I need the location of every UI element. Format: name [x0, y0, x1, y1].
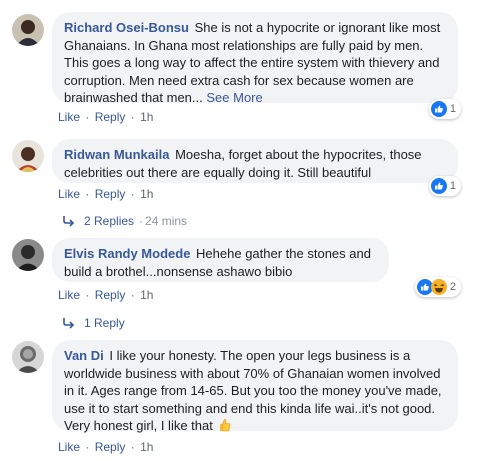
view-replies-link[interactable]: 2 Replies · 24 mins: [62, 214, 187, 228]
separator: ·: [85, 110, 90, 124]
separator: ·: [130, 187, 135, 201]
avatar[interactable]: [12, 140, 44, 172]
avatar[interactable]: [12, 14, 44, 46]
comment-bubble: Van Di I like your honesty. The open you…: [52, 340, 458, 433]
reaction-summary[interactable]: 1: [428, 99, 461, 119]
reply-link[interactable]: Reply: [95, 440, 126, 454]
like-link[interactable]: Like: [58, 440, 80, 454]
reply-link[interactable]: Reply: [95, 187, 126, 201]
separator: ·: [139, 214, 144, 228]
reaction-count: 1: [449, 180, 456, 192]
reaction-summary[interactable]: 1: [428, 176, 461, 196]
comment-author[interactable]: Ridwan Munkaila: [64, 147, 169, 162]
comment-bubble: Elvis Randy Modede Hehehe gather the sto…: [52, 238, 389, 282]
comment-bubble: Ridwan Munkaila Moesha, forget about the…: [52, 139, 458, 183]
comment-time[interactable]: 1h: [140, 110, 153, 124]
separator: ·: [85, 288, 90, 302]
comment-actions: Like · Reply · 1h: [58, 440, 153, 454]
comment-actions: Like · Reply · 1h: [58, 110, 153, 124]
separator: ·: [130, 110, 135, 124]
replies-time: 24 mins: [145, 214, 188, 228]
reply-arrow-icon: [63, 318, 75, 329]
separator: ·: [85, 440, 90, 454]
replies-count[interactable]: 1 Reply: [84, 316, 125, 330]
like-icon: [430, 101, 447, 117]
reaction-count: 2: [449, 281, 456, 293]
separator: ·: [85, 187, 90, 201]
avatar[interactable]: [12, 341, 44, 373]
haha-icon: [430, 279, 447, 295]
comment-author[interactable]: Elvis Randy Modede: [64, 246, 190, 261]
separator: ·: [130, 440, 135, 454]
replies-count[interactable]: 2 Replies: [84, 214, 134, 228]
comment-actions: Like · Reply · 1h: [58, 288, 153, 302]
see-more-link[interactable]: See More: [206, 90, 262, 105]
comment-bubble: Richard Osei-Bonsu She is not a hypocrit…: [52, 12, 458, 105]
comment-actions: Like · Reply · 1h: [58, 187, 153, 201]
comment-author[interactable]: Van Di: [64, 348, 104, 363]
thumbs-up-emoji-icon: [220, 419, 231, 432]
comment-text: I like your honesty. The open your legs …: [64, 348, 442, 433]
reply-link[interactable]: Reply: [95, 288, 126, 302]
comment-time[interactable]: 1h: [140, 288, 153, 302]
avatar[interactable]: [12, 239, 44, 271]
separator: ·: [130, 288, 135, 302]
comment-author[interactable]: Richard Osei-Bonsu: [64, 20, 189, 35]
like-link[interactable]: Like: [58, 110, 80, 124]
comment-time[interactable]: 1h: [140, 440, 153, 454]
like-icon: [430, 178, 447, 194]
reaction-count: 1: [449, 103, 456, 115]
like-link[interactable]: Like: [58, 187, 80, 201]
reply-link[interactable]: Reply: [95, 110, 126, 124]
like-link[interactable]: Like: [58, 288, 80, 302]
comment-time[interactable]: 1h: [140, 187, 153, 201]
reply-arrow-icon: [63, 216, 75, 227]
view-replies-link[interactable]: 1 Reply: [62, 316, 125, 330]
reaction-summary[interactable]: 2: [414, 277, 461, 297]
